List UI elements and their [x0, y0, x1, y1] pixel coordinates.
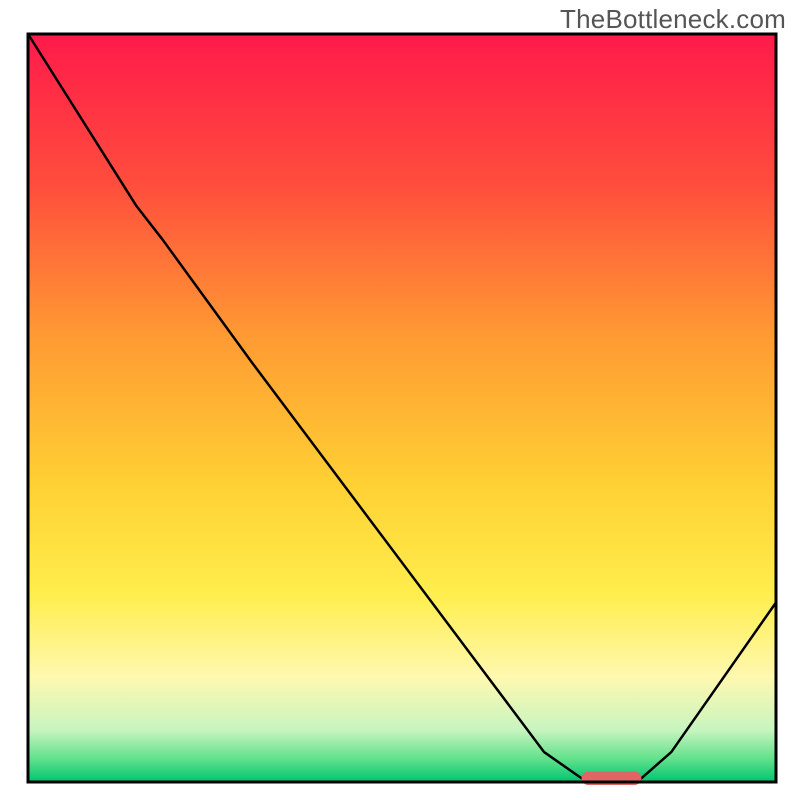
chart-background — [28, 34, 776, 782]
watermark-text: TheBottleneck.com — [560, 4, 786, 35]
chart-container: TheBottleneck.com — [0, 0, 800, 800]
bottleneck-chart — [0, 0, 800, 800]
